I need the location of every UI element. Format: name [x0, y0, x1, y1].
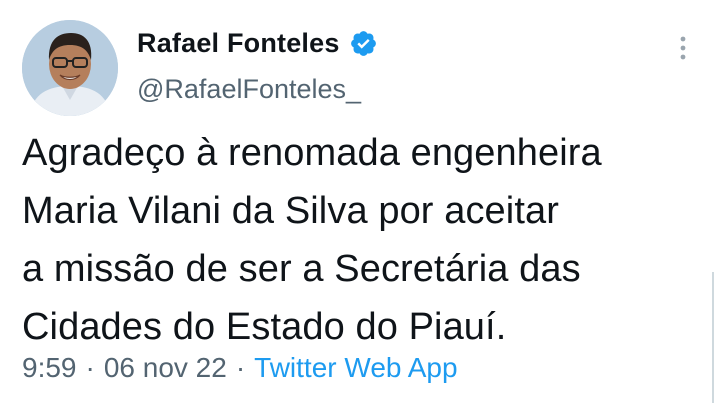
scrollbar-track: [712, 272, 714, 403]
tweet-date[interactable]: 06 nov 22: [104, 352, 227, 384]
author-avatar[interactable]: [22, 20, 118, 116]
meta-separator: ·: [235, 352, 246, 383]
tweet-card: Rafael Fonteles @RafaelFonteles_ Agradeç…: [0, 0, 715, 403]
tweet-text: Agradeço à renomada engenheira Maria Vil…: [22, 132, 602, 348]
tweet-source-link[interactable]: Twitter Web App: [254, 352, 457, 384]
more-options-icon[interactable]: [673, 34, 693, 62]
verified-badge-icon: [349, 29, 378, 58]
author-handle[interactable]: @RafaelFonteles_: [137, 74, 361, 105]
author-name-row: Rafael Fonteles: [137, 28, 378, 59]
tweet-time[interactable]: 9:59: [22, 352, 77, 384]
avatar-photo: [22, 20, 118, 116]
author-display-name[interactable]: Rafael Fonteles: [137, 28, 340, 59]
meta-separator: ·: [85, 352, 95, 383]
tweet-meta: 9:59 · 06 nov 22 · Twitter Web App: [22, 352, 458, 384]
